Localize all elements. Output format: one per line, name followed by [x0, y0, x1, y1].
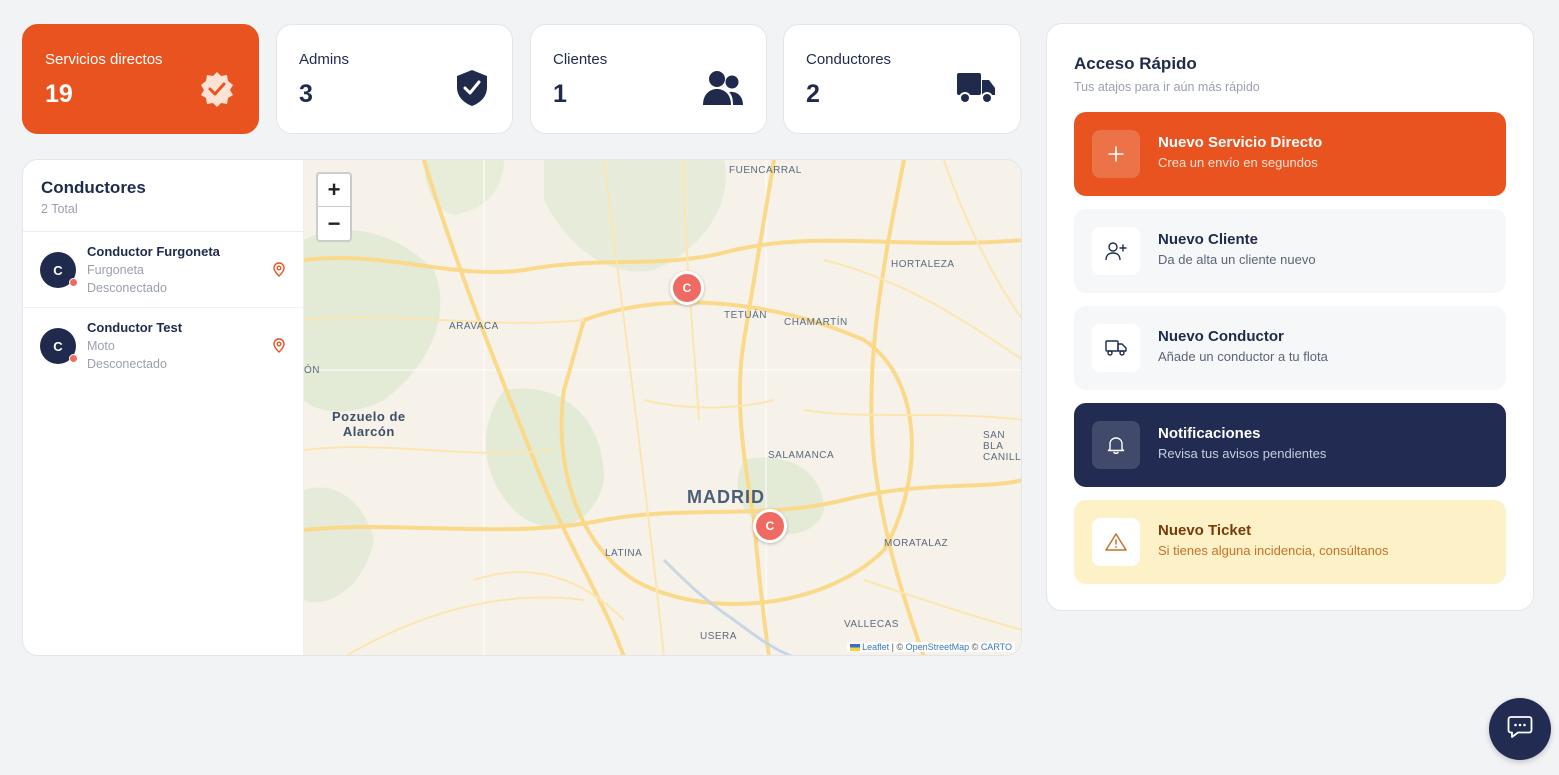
quick-access-subtitle: Tus atajos para ir aún más rápido: [1074, 80, 1260, 94]
driver-status: Desconectado: [87, 281, 167, 295]
drivers-panel: Conductores 2 Total C Conductor Furgonet…: [22, 159, 1022, 656]
map-label-salamanca: SALAMANCA: [768, 450, 835, 461]
map-label-chamartin: CHAMARTÍN: [784, 317, 848, 328]
badge-check-icon: [198, 70, 236, 113]
user-plus-icon: [1092, 227, 1140, 275]
shield-check-icon: [454, 68, 490, 113]
offline-status-dot: [69, 278, 78, 287]
new-direct-service-button[interactable]: Nuevo Servicio Directo Crea un envío en …: [1074, 112, 1506, 196]
quick-item-name: Nuevo Conductor: [1158, 328, 1284, 345]
new-client-button[interactable]: Nuevo Cliente Da de alta un cliente nuev…: [1074, 209, 1506, 293]
zoom-control: + −: [316, 172, 352, 242]
offline-status-dot: [69, 354, 78, 363]
map-label-latina: LATINA: [605, 548, 643, 559]
map-label-fuencarral: FUENCARRAL: [729, 165, 802, 176]
attribution-separator: | ©: [889, 642, 906, 652]
quick-item-desc: Si tienes alguna incidencia, consúltanos: [1158, 543, 1389, 558]
attribution-separator: ©: [969, 642, 981, 652]
map-tiles: [304, 160, 1021, 655]
zoom-out-button[interactable]: −: [318, 207, 350, 240]
truck-icon: [956, 71, 996, 110]
stat-label: Admins: [299, 51, 350, 68]
map-label-pozuelo-line1: Pozuelo de: [332, 409, 406, 424]
quick-item-name: Nuevo Servicio Directo: [1158, 134, 1323, 151]
driver-item[interactable]: C Conductor Test Moto Desconectado: [23, 308, 303, 384]
stat-label: Servicios directos: [45, 51, 163, 68]
map-label-sanblas-line2: CANILLE: [983, 452, 1021, 463]
map-pin-icon[interactable]: [273, 262, 285, 282]
drivers-list: Conductores 2 Total C Conductor Furgonet…: [23, 160, 304, 655]
drivers-list-header: Conductores 2 Total: [23, 160, 303, 232]
map-label-sanblas: SAN BLA CANILLE: [983, 430, 1021, 463]
map-label-pozuelo: Pozuelo de Alarcón: [332, 409, 406, 439]
driver-item[interactable]: C Conductor Furgoneta Furgoneta Desconec…: [23, 232, 303, 308]
quick-item-name: Nuevo Ticket: [1158, 522, 1252, 539]
quick-item-desc: Crea un envío en segundos: [1158, 155, 1318, 170]
driver-name: Conductor Furgoneta: [87, 244, 220, 259]
quick-item-desc: Añade un conductor a tu flota: [1158, 349, 1328, 364]
zoom-in-button[interactable]: +: [318, 174, 350, 207]
map-label-moratalaz: MORATALAZ: [884, 538, 949, 549]
map-label-madrid: MADRID: [687, 487, 765, 507]
stat-card-servicios-directos[interactable]: Servicios directos 19: [22, 24, 259, 134]
driver-vehicle: Furgoneta: [87, 263, 144, 277]
map-attribution: Leaflet | © OpenStreetMap © CARTO: [846, 642, 1015, 652]
notifications-button[interactable]: Notificaciones Revisa tus avisos pendien…: [1074, 403, 1506, 487]
avatar-initial: C: [53, 338, 63, 354]
bell-icon: [1092, 421, 1140, 469]
carto-link[interactable]: CARTO: [981, 642, 1012, 652]
map-label-hortaleza: HORTALEZA: [891, 259, 955, 270]
stat-card-clientes[interactable]: Clientes 1: [530, 24, 767, 134]
driver-map-marker[interactable]: C: [753, 509, 787, 543]
driver-name: Conductor Test: [87, 320, 183, 335]
map-label-sanblas-line1: SAN BLA: [983, 430, 1006, 452]
avatar-initial: C: [53, 262, 63, 278]
quick-access-panel: Acceso Rápido Tus atajos para ir aún más…: [1046, 23, 1534, 611]
drivers-title: Conductores: [41, 178, 146, 197]
quick-item-name: Notificaciones: [1158, 425, 1261, 442]
leaflet-link[interactable]: Leaflet: [862, 642, 889, 652]
map-pin-icon[interactable]: [273, 338, 285, 358]
driver-status: Desconectado: [87, 357, 167, 371]
avatar: C: [40, 252, 78, 288]
stat-card-admins[interactable]: Admins 3: [276, 24, 513, 134]
warning-icon: [1092, 518, 1140, 566]
stat-label: Conductores: [806, 51, 892, 68]
map-label-edge: ÓN: [304, 365, 320, 376]
map-label-tetuan: TETUÁN: [724, 310, 767, 321]
driver-map-marker[interactable]: C: [670, 271, 704, 305]
truck-icon: [1092, 324, 1140, 372]
new-ticket-button[interactable]: Nuevo Ticket Si tienes alguna incidencia…: [1074, 500, 1506, 584]
new-driver-button[interactable]: Nuevo Conductor Añade un conductor a tu …: [1074, 306, 1506, 390]
users-icon: [702, 69, 744, 112]
map-label-pozuelo-line2: Alarcón: [342, 424, 395, 439]
drivers-count: 2 Total: [41, 202, 78, 216]
chat-button[interactable]: [1489, 698, 1551, 760]
driver-vehicle: Moto: [87, 339, 115, 353]
ukraine-flag-icon: [849, 644, 860, 652]
quick-item-name: Nuevo Cliente: [1158, 231, 1259, 248]
stat-label: Clientes: [553, 51, 608, 68]
map-label-aravaca: ARAVACA: [449, 321, 499, 332]
quick-item-desc: Revisa tus avisos pendientes: [1158, 446, 1327, 461]
plus-icon: [1092, 130, 1140, 178]
quick-item-desc: Da de alta un cliente nuevo: [1158, 252, 1316, 267]
osm-link[interactable]: OpenStreetMap: [906, 642, 970, 652]
stat-card-conductores[interactable]: Conductores 2: [783, 24, 1021, 134]
map-label-vallecas: VALLECAS: [844, 619, 899, 630]
chat-icon: [1507, 715, 1533, 744]
map[interactable]: + − FUENCARRAL HORTALEZA TETUÁN CHAMARTÍ…: [304, 160, 1021, 655]
map-label-usera: USERA: [700, 631, 737, 642]
avatar: C: [40, 328, 78, 364]
quick-access-title: Acceso Rápido: [1074, 54, 1197, 73]
